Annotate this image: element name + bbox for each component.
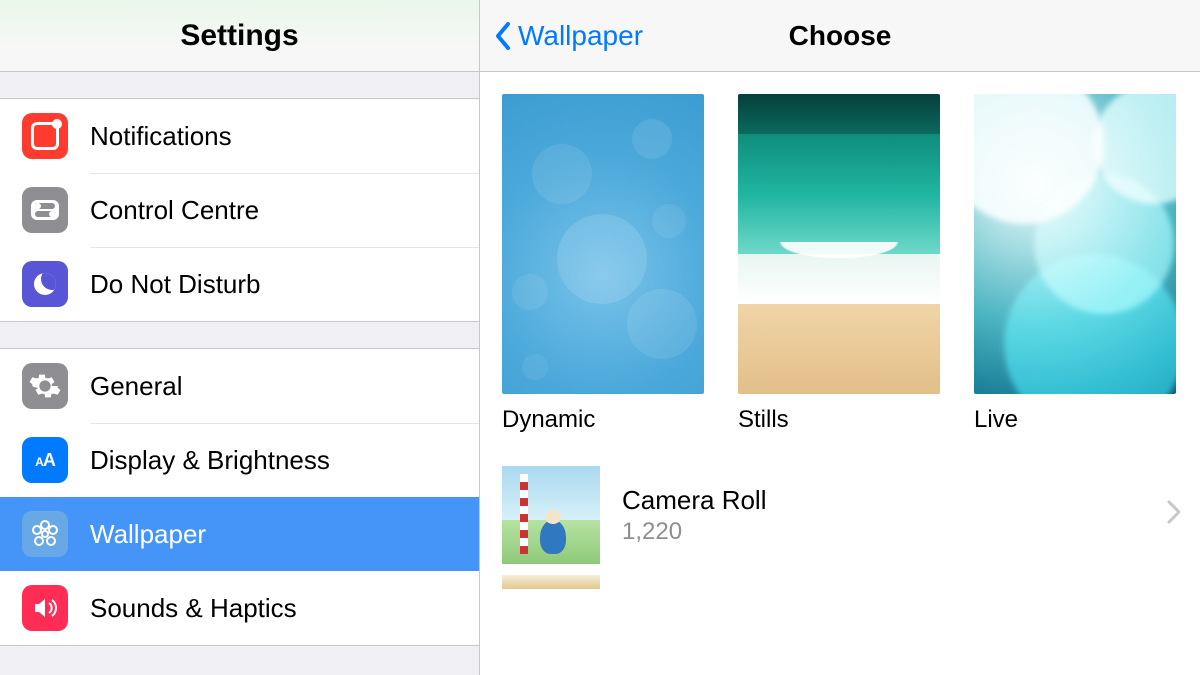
sidebar-header: Settings [0, 0, 479, 72]
wallpaper-detail-pane: Wallpaper Choose Dynamic Stills [480, 0, 1200, 675]
sidebar-item-wallpaper[interactable]: Wallpaper [0, 497, 479, 571]
album-name: Camera Roll [622, 485, 1166, 516]
settings-split-view: Settings Notifications [0, 0, 1200, 675]
sidebar-group-gap [0, 72, 479, 98]
sidebar-title: Settings [180, 19, 298, 53]
wallpaper-category-label: Stills [738, 406, 940, 434]
do-not-disturb-icon [22, 261, 68, 307]
wallpaper-category-label: Dynamic [502, 406, 704, 434]
stills-wallpaper-thumb [738, 94, 940, 394]
wallpaper-icon [22, 511, 68, 557]
sidebar-item-label: Display & Brightness [90, 445, 330, 476]
sidebar-group-gap [0, 322, 479, 348]
album-next-peek[interactable] [480, 574, 1200, 590]
sidebar-item-label: Sounds & Haptics [90, 593, 297, 624]
sidebar-item-notifications[interactable]: Notifications [0, 99, 479, 173]
sidebar-item-label: Do Not Disturb [90, 269, 261, 300]
sidebar-item-label: Wallpaper [90, 519, 206, 550]
back-label: Wallpaper [518, 20, 643, 52]
wallpaper-category-dynamic[interactable]: Dynamic [502, 94, 704, 434]
sidebar-group-0: Notifications Control Centre [0, 98, 479, 322]
wallpaper-category-stills[interactable]: Stills [738, 94, 940, 434]
sidebar-item-display-brightness[interactable]: AA Display & Brightness [0, 423, 479, 497]
album-thumb [502, 466, 600, 564]
display-brightness-icon: AA [22, 437, 68, 483]
sidebar-item-label: Notifications [90, 121, 232, 152]
sidebar-group-1: General AA Display & Brightness Wallpape… [0, 348, 479, 646]
sounds-haptics-icon [22, 585, 68, 631]
sidebar-item-label: General [90, 371, 183, 402]
general-icon [22, 363, 68, 409]
control-centre-icon [22, 187, 68, 233]
sidebar-item-general[interactable]: General [0, 349, 479, 423]
notifications-icon [22, 113, 68, 159]
album-camera-roll[interactable]: Camera Roll 1,220 [480, 456, 1200, 574]
sidebar-item-do-not-disturb[interactable]: Do Not Disturb [0, 247, 479, 321]
chevron-left-icon [494, 21, 512, 51]
sidebar-item-sounds-haptics[interactable]: Sounds & Haptics [0, 571, 479, 645]
album-thumb-peek [502, 575, 600, 589]
dynamic-wallpaper-thumb [502, 94, 704, 394]
wallpaper-category-label: Live [974, 406, 1176, 434]
sidebar-item-control-centre[interactable]: Control Centre [0, 173, 479, 247]
live-wallpaper-thumb [974, 94, 1176, 394]
sidebar-item-label: Control Centre [90, 195, 259, 226]
wallpaper-category-live[interactable]: Live [974, 94, 1176, 434]
album-count: 1,220 [622, 518, 1166, 546]
back-button[interactable]: Wallpaper [480, 20, 643, 52]
detail-title: Choose [789, 20, 892, 52]
wallpaper-previews-row: Dynamic Stills Live [480, 72, 1200, 456]
album-text: Camera Roll 1,220 [622, 485, 1166, 546]
chevron-right-icon [1166, 499, 1182, 532]
settings-sidebar: Settings Notifications [0, 0, 480, 675]
detail-header: Wallpaper Choose [480, 0, 1200, 72]
